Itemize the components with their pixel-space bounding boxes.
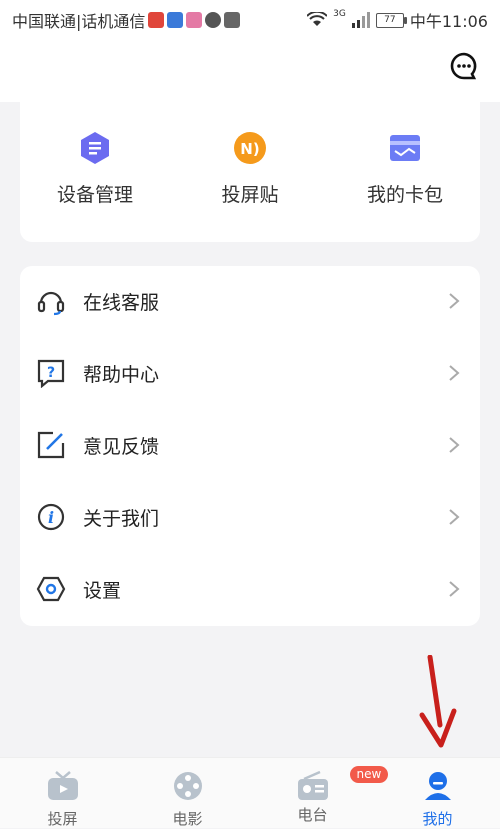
message-notification-icon [205, 12, 222, 28]
chevron-right-icon [449, 437, 460, 453]
menu-item-about-us[interactable]: i 关于我们 [20, 482, 480, 554]
radio-icon [297, 770, 328, 800]
svg-text:i: i [48, 508, 54, 527]
signal-icon [351, 12, 370, 28]
menu-label: 帮助中心 [83, 364, 160, 386]
info-icon: i [37, 503, 65, 531]
film-reel-icon [173, 772, 202, 800]
bottom-tab-bar: 投屏 电影 new 电台 我的 [0, 757, 500, 828]
mic-notification-icon [148, 12, 165, 28]
tab-label: 电台 [297, 806, 328, 824]
card-wallet-button[interactable]: 我的卡包 [330, 130, 480, 207]
menu-label: 设置 [83, 580, 122, 602]
radio-icon-wrap: new [296, 766, 389, 802]
menu-item-feedback[interactable]: 意见反馈 [20, 410, 480, 482]
device-management-label: 设备管理 [56, 184, 133, 206]
tab-label: 投屏 [47, 810, 78, 828]
chat-bubble-icon[interactable] [450, 52, 478, 80]
tab-label: 我的 [422, 810, 453, 828]
cast-sticker-button[interactable]: N) 投屏贴 [175, 130, 325, 207]
network-type: 3G [333, 9, 346, 19]
device-management-button[interactable]: 设备管理 [20, 130, 170, 207]
chevron-right-icon [449, 293, 460, 309]
chevron-right-icon [449, 365, 460, 381]
status-right: 3G 77 中午11:06 [307, 8, 488, 32]
settings-hexagon-icon [36, 576, 66, 602]
menu-label: 在线客服 [83, 292, 160, 314]
device-hexagon-icon [81, 132, 109, 164]
carrier-text: 中国联通|话机通信 [12, 12, 146, 31]
mic-alt-notification-icon [186, 12, 203, 28]
battery-indicator: 77 [375, 12, 407, 28]
svg-text:?: ? [47, 365, 55, 381]
help-question-icon: ? [37, 359, 65, 388]
menu-label: 意见反馈 [83, 436, 160, 458]
menu-item-settings[interactable]: 设置 [20, 554, 480, 626]
tv-icon [47, 771, 78, 800]
tab-movie[interactable]: 电影 [125, 770, 250, 829]
mms-notification-icon [224, 12, 241, 28]
svg-text:N): N) [240, 140, 259, 158]
feedback-edit-icon [37, 431, 65, 459]
nfc-sticker-icon: N) [234, 132, 266, 164]
app-notification-icon [167, 12, 184, 28]
menu-label: 关于我们 [83, 508, 160, 530]
status-bar: 中国联通|话机通信 3G 77 中午11:06 [0, 0, 500, 36]
menu-item-help-center[interactable]: ? 帮助中心 [20, 338, 480, 410]
chevron-right-icon [449, 509, 460, 525]
cast-sticker-label: 投屏贴 [221, 184, 279, 206]
wifi-icon [307, 12, 328, 26]
page-header [0, 36, 500, 102]
tab-label: 电影 [172, 810, 203, 828]
menu-item-online-service[interactable]: 在线客服 [20, 266, 480, 338]
tab-cast[interactable]: 投屏 [0, 770, 125, 829]
headset-icon [37, 291, 65, 316]
chevron-right-icon [449, 581, 460, 597]
wallet-icon [390, 135, 420, 161]
clock: 中午11:06 [409, 12, 488, 31]
menu-card: 在线客服 ? 帮助中心 意见反馈 i 关于我们 设置 [20, 266, 480, 626]
tab-radio[interactable]: new 电台 [250, 766, 389, 825]
tab-mine[interactable]: 我的 [375, 770, 500, 829]
card-wallet-label: 我的卡包 [366, 184, 443, 206]
status-left: 中国联通|话机通信 [12, 8, 241, 32]
quick-actions-card: 设备管理 N) 投屏贴 我的卡包 [20, 102, 480, 242]
profile-icon [424, 772, 451, 800]
annotation-arrow-icon [419, 655, 457, 748]
